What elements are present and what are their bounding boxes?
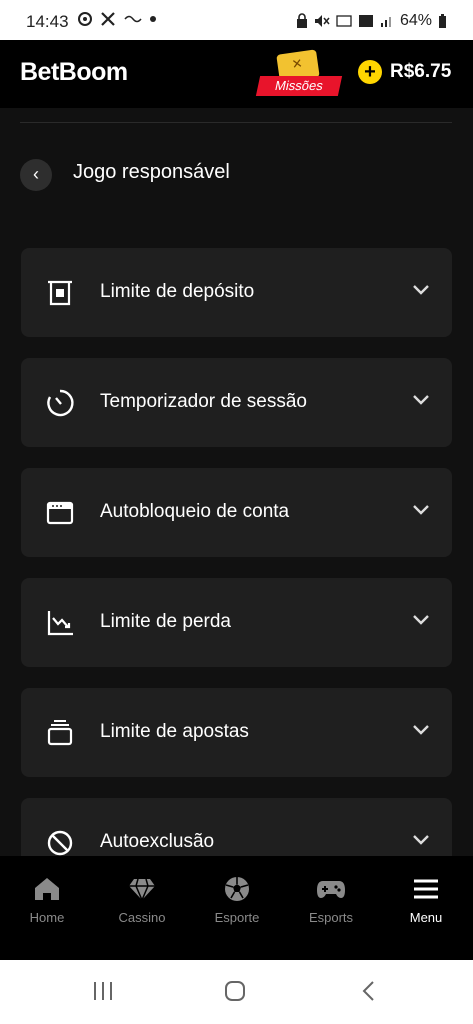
accordion-account-self-block[interactable]: Autobloqueio de conta [21, 468, 452, 557]
nav-label: Cassino [118, 910, 166, 925]
hamburger-menu-icon [414, 879, 438, 899]
accordion-bet-limit[interactable]: Limite de apostas [21, 688, 452, 777]
chevron-down-icon [413, 395, 429, 405]
home-icon [35, 878, 59, 900]
back-button[interactable]: ‹ [20, 159, 52, 191]
mute-icon [314, 15, 330, 27]
soccer-ball-icon [225, 877, 249, 901]
gamepad-icon [317, 881, 345, 898]
recent-apps-icon[interactable] [92, 980, 114, 1002]
accordion-deposit-limit[interactable]: Limite de depósito [21, 248, 452, 337]
missions-button[interactable]: Missões [255, 49, 343, 100]
nav-menu[interactable]: Menu [386, 876, 466, 925]
accordion-label: Autobloqueio de conta [100, 501, 290, 522]
deposit-plus-icon[interactable]: + [358, 60, 382, 84]
nav-esporte[interactable]: Esporte [197, 876, 277, 925]
x-app-icon [101, 12, 115, 26]
chevron-down-icon [413, 285, 429, 295]
diamond-icon [129, 878, 155, 902]
accordion-label: Temporizador de sessão [100, 391, 307, 412]
chevron-down-icon [413, 725, 429, 735]
status-time: 14:43 [26, 12, 69, 31]
system-navigation-bar [0, 960, 473, 1024]
accordion-loss-limit[interactable]: Limite de perda [21, 578, 452, 667]
balance-amount: R$6.75 [390, 61, 452, 82]
accordion-session-timer[interactable]: Temporizador de sessão [21, 358, 452, 447]
chevron-down-icon [413, 835, 429, 845]
location-icon [78, 12, 92, 26]
nav-cassino[interactable]: Cassino [102, 876, 182, 925]
signal-icon [380, 17, 391, 27]
5g-icon [358, 15, 373, 27]
home-button-icon[interactable] [224, 980, 246, 1002]
app-header: BetBoom Missões + R$6.75 [0, 40, 473, 108]
account-block-icon [46, 501, 74, 525]
timer-icon [47, 389, 74, 417]
accordion-label: Limite de depósito [100, 281, 255, 302]
nav-label: Menu [409, 910, 443, 925]
nav-home[interactable]: Home [7, 876, 87, 925]
betboom-logo[interactable]: BetBoom [20, 58, 128, 87]
balance-widget[interactable]: + R$6.75 [358, 60, 451, 84]
bets-stack-icon [47, 720, 73, 746]
nav-label: Esports [308, 910, 354, 925]
missions-label: Missões [255, 76, 343, 96]
status-right: 64% [296, 12, 447, 30]
bottom-navigation: Home Cassino Esporte Esports Menu [0, 856, 473, 960]
status-bar: 14:43 64% [0, 0, 473, 40]
nav-esports[interactable]: Esports [291, 876, 371, 925]
nav-label: Esporte [214, 910, 260, 925]
deposit-limit-icon [48, 280, 72, 306]
nav-label: Home [29, 910, 65, 925]
divider [20, 122, 452, 123]
dot-icon [150, 16, 156, 22]
notification-icons [78, 12, 156, 26]
lock-icon [296, 13, 307, 28]
back-nav-icon[interactable] [358, 980, 380, 1002]
volte-icon [336, 15, 352, 27]
loss-chart-icon [47, 611, 73, 636]
accordion-label: Limite de perda [100, 611, 231, 632]
battery-level: 64% [399, 12, 432, 29]
prohibited-icon [47, 830, 73, 856]
accordion-label: Autoexclusão [100, 831, 215, 852]
page-title: Jogo responsável [73, 161, 230, 183]
app-notification-icon [124, 15, 142, 23]
accordion-label: Limite de apostas [100, 721, 249, 742]
chevron-left-icon: ‹ [33, 164, 39, 184]
battery-icon [439, 13, 446, 28]
chevron-down-icon [413, 505, 429, 515]
chevron-down-icon [413, 615, 429, 625]
